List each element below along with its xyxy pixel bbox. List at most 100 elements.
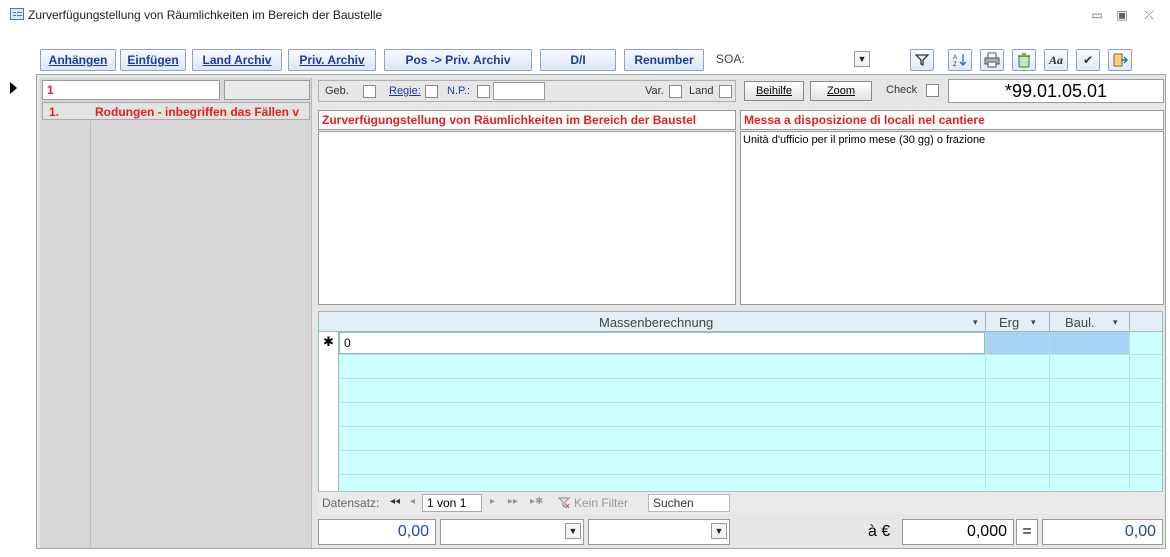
description-de-field[interactable] — [318, 131, 736, 305]
description-it-field[interactable]: Unità d'ufficio per il primo mese (30 gg… — [740, 131, 1164, 305]
position-tree-pane: 1 1. Rodungen - inbegriffen das Fällen v — [40, 78, 312, 548]
position-number-field[interactable]: 1 — [42, 80, 220, 100]
renumber-button[interactable]: Renumber — [624, 49, 704, 71]
pos-to-priv-archive-label: Pos -> Priv. Archiv — [405, 53, 511, 67]
first-record-icon[interactable]: ◂◂ — [390, 496, 400, 507]
check-checkbox[interactable] — [926, 84, 939, 97]
sort-button[interactable]: AZ — [948, 49, 972, 71]
position-code-field[interactable]: *99.01.05.01 — [948, 79, 1164, 103]
item-number: 1. — [49, 105, 60, 119]
var-label: Var. — [645, 85, 664, 97]
priv-archive-button-label: Priv. Archiv — [299, 53, 365, 67]
equals-sign: = — [1016, 519, 1038, 545]
position-aux-field[interactable] — [224, 80, 310, 100]
filter-icon — [914, 54, 930, 67]
exit-button[interactable] — [1108, 49, 1132, 71]
land-archive-button[interactable]: Land Archiv — [192, 49, 282, 71]
exit-door-icon — [1113, 53, 1129, 67]
renumber-button-label: Renumber — [634, 53, 694, 67]
filter-button[interactable] — [910, 49, 934, 71]
current-record-input[interactable]: 1 von 1 — [422, 494, 482, 512]
column-divider — [90, 121, 91, 547]
quantity-field[interactable]: 0,00 — [318, 519, 436, 545]
chevron-down-icon[interactable]: ▾ — [1031, 317, 1036, 328]
unit-price-label: à € — [868, 523, 891, 540]
delete-button[interactable] — [1012, 49, 1036, 71]
erg-cell[interactable] — [985, 332, 1049, 354]
geb-label: Geb. — [325, 85, 349, 97]
search-input[interactable]: Suchen — [648, 494, 730, 512]
action-row: Beihilfe Zoom Check — [742, 80, 942, 102]
font-button[interactable]: Aa — [1044, 49, 1068, 71]
next-record-icon[interactable]: ▸ — [490, 496, 495, 507]
column-header-massenberechnung[interactable]: Massenberechnung — [599, 315, 713, 330]
di-button[interactable]: D/I — [540, 49, 616, 71]
printer-icon — [984, 52, 1000, 68]
pos-to-priv-archive-button[interactable]: Pos -> Priv. Archiv — [384, 49, 532, 71]
massenberechnung-cell[interactable]: 0 — [339, 332, 985, 354]
total-field[interactable]: 0,00 — [1042, 519, 1163, 545]
row-selector-column: ✱ — [319, 332, 339, 492]
svg-text:A: A — [953, 55, 957, 61]
font-icon: Aa — [1048, 53, 1063, 67]
last-record-icon[interactable]: ▸▸ — [508, 496, 518, 507]
np-checkbox[interactable] — [477, 85, 490, 98]
regie-checkbox[interactable] — [425, 85, 438, 98]
chevron-down-icon[interactable]: ▾ — [1113, 317, 1118, 328]
attach-button[interactable]: Anhängen — [40, 49, 116, 71]
svg-text:Z: Z — [953, 62, 957, 68]
toolbar: Anhängen Einfügen Land Archiv Priv. Arch… — [36, 46, 1166, 74]
chevron-down-icon[interactable]: ▼ — [711, 523, 727, 539]
confirm-button[interactable]: ✔ — [1076, 49, 1100, 71]
record-selector[interactable] — [0, 76, 36, 549]
item-text: Rodungen - inbegriffen das Fällen v — [95, 105, 300, 119]
cell-value: 0 — [344, 336, 351, 350]
window-title: Zurverfügungstellung von Räumlichkeiten … — [28, 8, 383, 22]
restore-button[interactable]: ▣ — [1113, 7, 1131, 23]
sort-az-icon: AZ — [953, 54, 967, 68]
baul-cell[interactable] — [1049, 332, 1129, 354]
column-header-erg[interactable]: Erg — [999, 315, 1019, 330]
quantity-calculation-grid: Massenberechnung ▾ Erg ▾ Baul. ▾ ✱ 0 — [318, 311, 1163, 514]
zoom-button[interactable]: Zoom — [810, 81, 872, 101]
insert-button-label: Einfügen — [127, 53, 179, 67]
new-record-nav-icon[interactable]: ▸✱ — [530, 496, 543, 507]
title-bar: Zurverfügungstellung von Räumlichkeiten … — [0, 0, 1170, 30]
title-it-field[interactable]: Messa a disposizione di locali nel canti… — [740, 110, 1164, 130]
title-de-field[interactable]: Zurverfügungstellung von Räumlichkeiten … — [318, 110, 736, 130]
np-input[interactable] — [493, 82, 545, 100]
category-dropdown[interactable]: ▼ — [588, 519, 730, 545]
soa-label: SOA: — [716, 52, 745, 66]
beihilfe-button[interactable]: Beihilfe — [744, 81, 804, 101]
priv-archive-button[interactable]: Priv. Archiv — [288, 49, 376, 71]
previous-record-icon[interactable]: ◂ — [410, 496, 415, 507]
close-button[interactable]: ⤫ — [1140, 7, 1158, 23]
record-navigation-bar: Datensatz: ◂◂ ◂ 1 von 1 ▸ ▸▸ ▸✱ Kein Fil… — [318, 491, 1163, 514]
print-button[interactable] — [980, 49, 1004, 71]
di-button-label: D/I — [570, 53, 586, 67]
var-checkbox[interactable] — [669, 85, 682, 98]
geb-checkbox[interactable] — [363, 85, 376, 98]
form-window-icon — [10, 8, 24, 20]
land-archive-button-label: Land Archiv — [202, 53, 272, 67]
column-header-baul[interactable]: Baul. — [1065, 315, 1095, 330]
column-divider — [1049, 312, 1050, 332]
insert-button[interactable]: Einfügen — [120, 49, 186, 71]
soa-dropdown[interactable]: ▼ — [746, 49, 872, 71]
check-label: Check — [886, 84, 918, 96]
flags-row: Geb. Regie: N.P.: Var. Land — [318, 80, 736, 102]
unit-dropdown[interactable]: ▼ — [440, 519, 584, 545]
land-label: Land — [689, 85, 714, 97]
chevron-down-icon[interactable]: ▾ — [973, 317, 978, 328]
chevron-down-icon[interactable]: ▼ — [565, 523, 581, 539]
chevron-down-icon[interactable]: ▼ — [854, 51, 870, 67]
checkmark-icon: ✔ — [1082, 53, 1094, 67]
no-filter-button[interactable]: Kein Filter — [574, 496, 628, 510]
totals-bar: 0,00 ▼ ▼ à € 0,000 = 0,00 — [318, 516, 1163, 548]
current-record-arrow-icon — [10, 82, 17, 94]
minimize-button[interactable]: ▭ — [1088, 7, 1106, 23]
recycle-bin-icon — [1018, 53, 1030, 68]
unit-price-field[interactable]: 0,000 — [902, 519, 1014, 545]
land-checkbox[interactable] — [719, 85, 732, 98]
list-item[interactable]: 1. Rodungen - inbegriffen das Fällen v — [42, 102, 310, 120]
